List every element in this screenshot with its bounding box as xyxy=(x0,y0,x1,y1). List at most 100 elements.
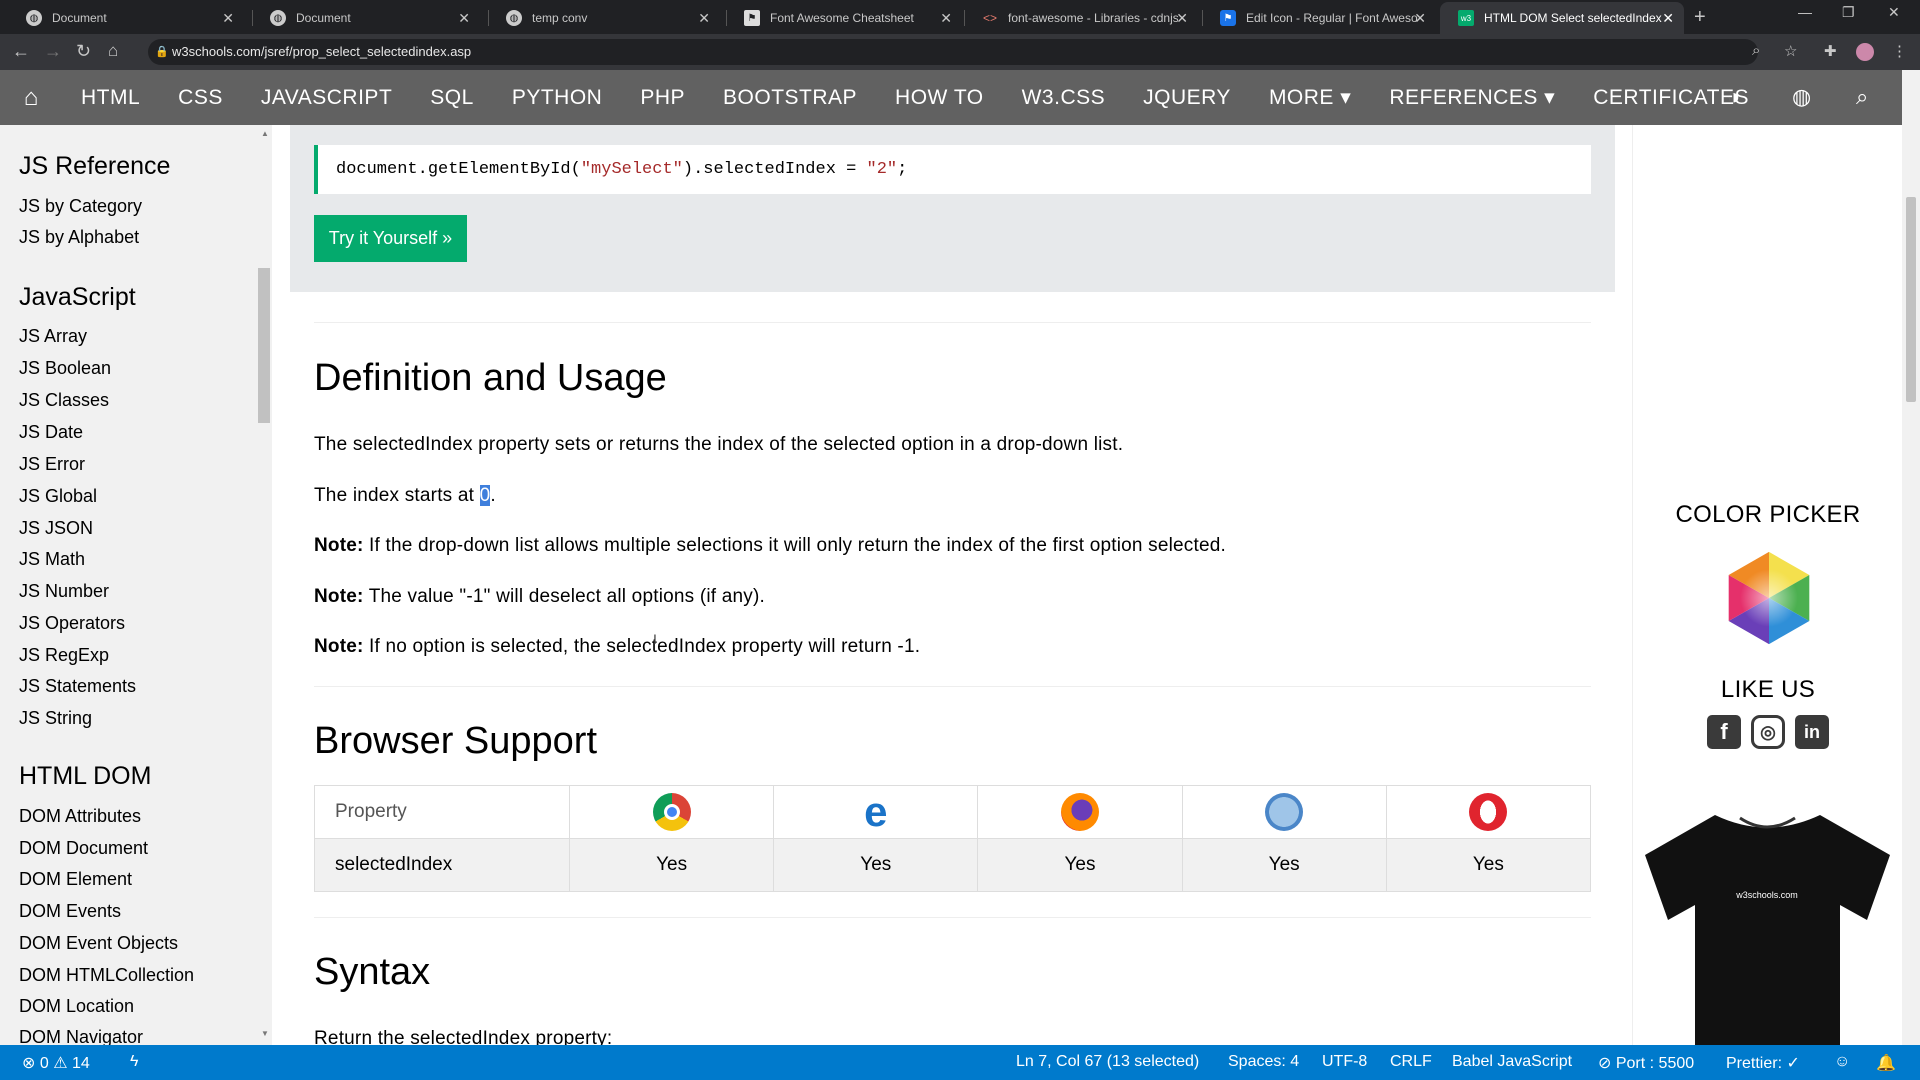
sidebar-item[interactable]: DOM Navigator xyxy=(19,1027,143,1045)
sidebar-item[interactable]: JS Array xyxy=(19,326,87,347)
browser-tab[interactable]: ◍ Document ✕ xyxy=(252,2,480,34)
sidebar-item[interactable]: JS Number xyxy=(19,581,109,602)
sidebar-item[interactable]: DOM HTMLCollection xyxy=(19,965,194,986)
sidebar-item[interactable]: JS by Category xyxy=(19,196,142,217)
sidebar-heading: HTML DOM xyxy=(19,762,152,790)
sidebar-heading: JavaScript xyxy=(19,283,136,311)
close-icon[interactable]: ✕ xyxy=(1176,10,1188,27)
close-icon[interactable]: ✕ xyxy=(940,10,952,27)
live-share-icon[interactable]: ϟ xyxy=(130,1053,138,1071)
new-tab-button[interactable]: + xyxy=(1694,6,1706,29)
page-scrollbar-thumb[interactable] xyxy=(1906,197,1916,402)
scroll-down-arrow-icon[interactable]: ▼ xyxy=(261,1029,269,1038)
url-text: w3schools.com/jsref/prop_select_selected… xyxy=(172,44,472,59)
linkedin-icon[interactable]: in xyxy=(1795,715,1829,749)
contrast-icon[interactable]: ◑ xyxy=(1727,84,1740,110)
sidebar-item[interactable]: JS Statements xyxy=(19,676,136,697)
sidebar-item[interactable]: JS Date xyxy=(19,422,83,443)
nav-item-html[interactable]: HTML xyxy=(62,86,159,110)
back-arrow-icon[interactable]: ← xyxy=(12,41,30,62)
kebab-menu-icon[interactable]: ⋮ xyxy=(1892,42,1907,60)
encoding-setting[interactable]: UTF-8 xyxy=(1322,1053,1367,1071)
sidebar-item[interactable]: JS Classes xyxy=(19,390,109,411)
sidebar-item[interactable]: JS Operators xyxy=(19,613,125,634)
home-icon[interactable]: ⌂ xyxy=(108,41,118,61)
url-field[interactable]: 🔒 w3schools.com/jsref/prop_select_select… xyxy=(148,39,1758,65)
sidebar-item[interactable]: JS Math xyxy=(19,549,85,570)
sidebar-item[interactable]: JS Global xyxy=(19,486,97,507)
nav-item-sql[interactable]: SQL xyxy=(411,86,493,110)
cursor-position[interactable]: Ln 7, Col 67 (13 selected) xyxy=(1016,1053,1199,1071)
reload-icon[interactable]: ↻ xyxy=(76,41,91,62)
sidebar-scrollbar-thumb[interactable] xyxy=(258,268,270,423)
sidebar-item[interactable]: DOM Location xyxy=(19,996,134,1017)
nav-item-bootstrap[interactable]: BOOTSTRAP xyxy=(704,86,876,110)
close-icon[interactable]: ✕ xyxy=(222,10,234,27)
close-icon[interactable]: ✕ xyxy=(698,10,710,27)
home-icon[interactable]: ⌂ xyxy=(0,84,62,112)
eol-setting[interactable]: CRLF xyxy=(1390,1053,1432,1071)
nav-item-python[interactable]: PYTHON xyxy=(493,86,622,110)
browser-tab[interactable]: ⚑ Font Awesome Cheatsheet ✕ xyxy=(726,2,962,34)
nav-item-php[interactable]: PHP xyxy=(621,86,704,110)
sidebar-item[interactable]: JS JSON xyxy=(19,518,93,539)
browser-tab[interactable]: ◍ temp conv ✕ xyxy=(488,2,720,34)
avatar[interactable] xyxy=(1856,43,1874,61)
errors-indicator[interactable]: ⊗ 0 ⚠ 14 xyxy=(22,1053,90,1073)
window-close-button[interactable]: ✕ xyxy=(1888,4,1900,21)
try-it-yourself-button[interactable]: Try it Yourself » xyxy=(314,215,467,262)
sidebar-item[interactable]: DOM Event Objects xyxy=(19,933,178,954)
notifications-bell-icon[interactable]: 🔔 xyxy=(1876,1053,1896,1073)
nav-item-javascript[interactable]: JAVASCRIPT xyxy=(242,86,411,110)
forward-arrow-icon[interactable]: → xyxy=(44,41,62,62)
table-header-cell: Property xyxy=(314,785,570,839)
minimize-button[interactable]: — xyxy=(1798,4,1812,20)
indentation-setting[interactable]: Spaces: 4 xyxy=(1228,1053,1299,1071)
search-icon[interactable]: ⌕ xyxy=(1856,84,1868,110)
sidebar-item[interactable]: DOM Element xyxy=(19,869,132,890)
sidebar-item[interactable]: DOM Attributes xyxy=(19,806,141,827)
sidebar-item[interactable]: JS by Alphabet xyxy=(19,227,139,248)
prettier-status[interactable]: Prettier: ✓ xyxy=(1726,1053,1800,1073)
sidebar-item[interactable]: JS Error xyxy=(19,454,85,475)
right-column: COLOR PICKER LIKE US f ◎ in w3schools.co… xyxy=(1632,125,1902,1045)
browser-tab[interactable]: ⚑ Edit Icon - Regular | Font Awesome ✕ xyxy=(1202,2,1436,34)
nav-item-more[interactable]: MORE ▾ xyxy=(1250,85,1370,110)
scroll-up-arrow-icon[interactable]: ▲ xyxy=(261,129,269,138)
browser-tab[interactable]: ◍ Document ✕ xyxy=(8,2,244,34)
star-icon[interactable]: ☆ xyxy=(1784,42,1797,60)
globe-icon[interactable]: ◍ xyxy=(1792,84,1811,110)
close-icon[interactable]: ✕ xyxy=(458,10,470,27)
sidebar-item[interactable]: JS RegExp xyxy=(19,645,109,666)
nav-item-css[interactable]: CSS xyxy=(159,86,242,110)
tshirt-image[interactable]: w3schools.com xyxy=(1645,810,1890,1045)
text-cursor-icon: I xyxy=(653,631,657,647)
zoom-icon[interactable]: ⌕ xyxy=(1752,42,1760,59)
feedback-icon[interactable]: ☺ xyxy=(1834,1053,1850,1071)
note-paragraph: Note: If no option is selected, the sele… xyxy=(314,636,921,657)
sidebar-item[interactable]: JS Boolean xyxy=(19,358,111,379)
sidebar-item[interactable]: JS String xyxy=(19,708,92,729)
browser-tab-active[interactable]: w3 HTML DOM Select selectedIndex ✕ xyxy=(1440,2,1684,34)
restore-button[interactable]: ❐ xyxy=(1842,4,1855,21)
nav-item-references[interactable]: REFERENCES ▾ xyxy=(1370,85,1574,110)
language-mode[interactable]: Babel JavaScript xyxy=(1452,1053,1572,1071)
extensions-icon[interactable]: ✚ xyxy=(1824,42,1837,60)
page-scrollbar[interactable] xyxy=(1902,70,1920,1045)
color-picker-icon[interactable] xyxy=(1721,550,1817,646)
browser-tab[interactable]: <> font-awesome - Libraries - cdnjs ✕ xyxy=(964,2,1198,34)
nav-item-w3css[interactable]: W3.CSS xyxy=(1003,86,1125,110)
sidebar-item[interactable]: DOM Document xyxy=(19,838,148,859)
close-icon[interactable]: ✕ xyxy=(1414,10,1426,27)
tab-title: Document xyxy=(52,11,107,25)
table-row: Property e xyxy=(314,785,1592,839)
instagram-icon[interactable]: ◎ xyxy=(1751,715,1785,749)
live-server-port[interactable]: ⊘ Port : 5500 xyxy=(1598,1053,1694,1073)
facebook-icon[interactable]: f xyxy=(1707,715,1741,749)
sidebar-item[interactable]: DOM Events xyxy=(19,901,121,922)
close-icon[interactable]: ✕ xyxy=(1662,10,1674,27)
chrome-icon xyxy=(652,793,691,831)
nav-item-how-to[interactable]: HOW TO xyxy=(876,86,1003,110)
tab-title: Edit Icon - Regular | Font Awesome xyxy=(1246,11,1418,25)
nav-item-jquery[interactable]: JQUERY xyxy=(1124,86,1250,110)
